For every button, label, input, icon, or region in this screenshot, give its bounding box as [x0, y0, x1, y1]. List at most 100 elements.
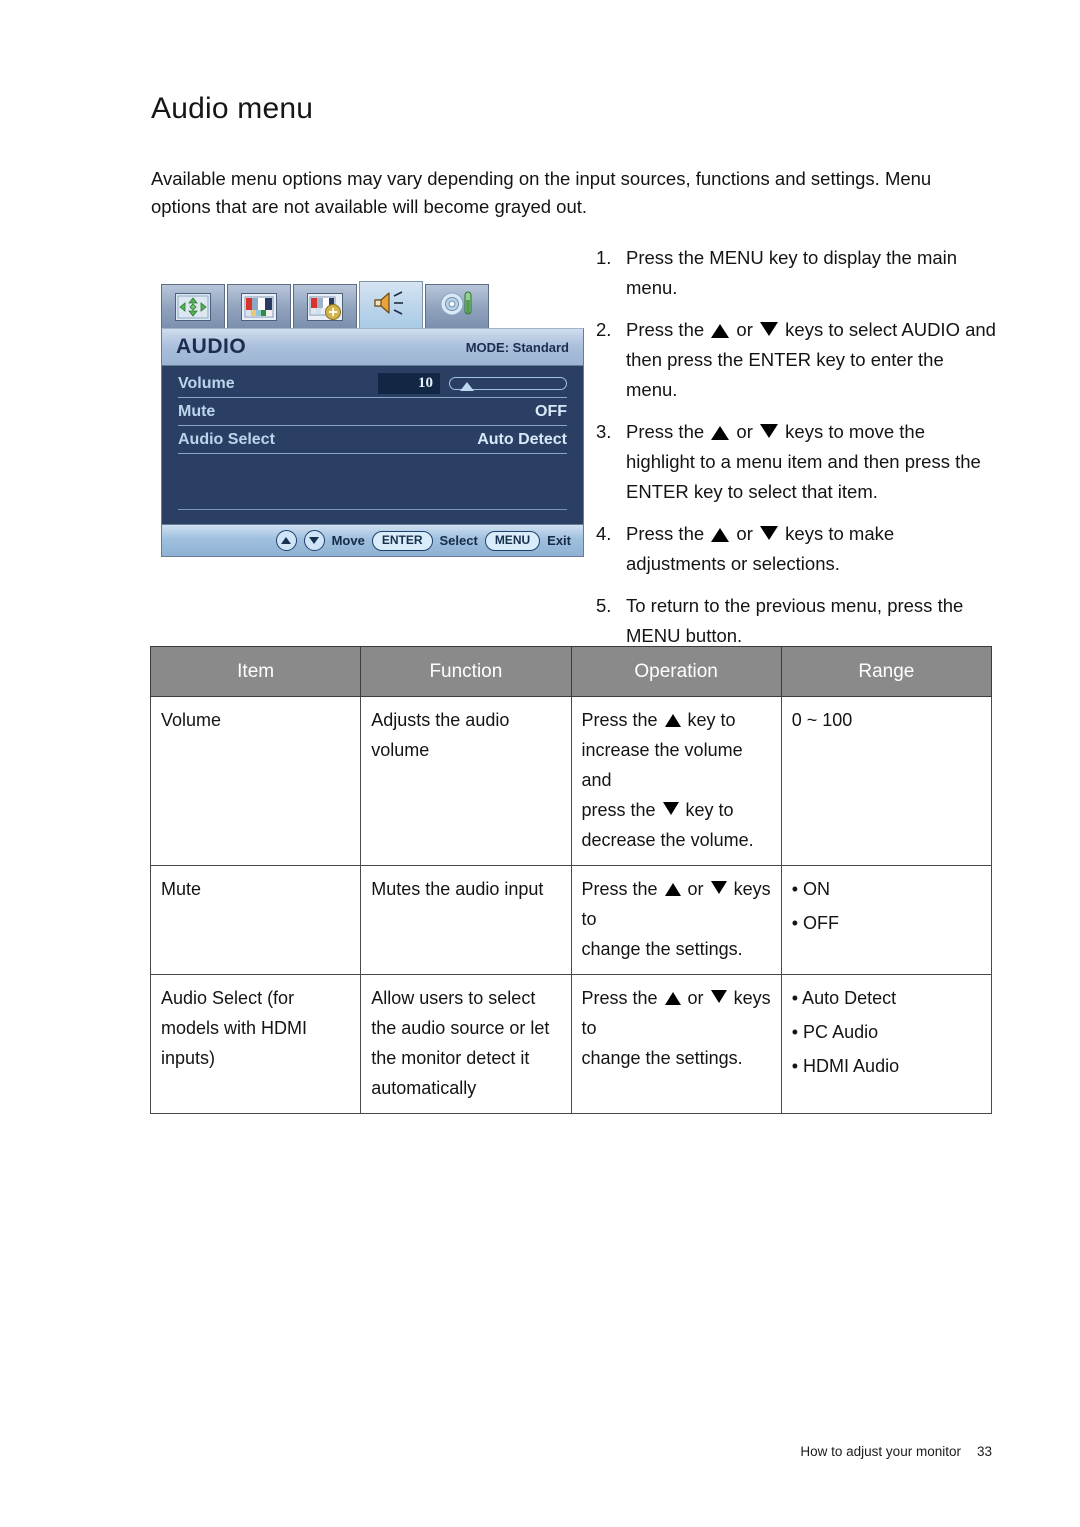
osd-volume-value: 10	[378, 373, 440, 394]
cell-item: Audio Select (for models with HDMI input…	[149, 974, 362, 1114]
page-title: Audio menu	[151, 92, 314, 125]
step-text: Press the or keys to move the highlight …	[626, 421, 981, 502]
osd-mode-label: MODE: Standard	[465, 339, 569, 355]
osd-row-value: Auto Detect	[477, 430, 567, 448]
table-row: Mute Mutes the audio input Press the or …	[149, 865, 993, 975]
footer-chapter-label: How to adjust your monitor	[800, 1444, 961, 1459]
osd-row-empty	[178, 454, 567, 482]
osd-tab-strip	[161, 281, 584, 328]
range-value: • PC Audio	[791, 1022, 879, 1042]
triangle-up-icon	[281, 537, 292, 544]
operation-line: decrease the volume.	[581, 830, 754, 850]
osd-tab-system[interactable]	[425, 284, 489, 328]
table-header-function: Function	[360, 646, 572, 697]
step-number: 1.	[596, 247, 612, 268]
table-header-operation: Operation	[570, 646, 782, 697]
osd-row-mute[interactable]: Mute OFF	[178, 398, 567, 426]
step-text: Press the or keys to make adjustments or…	[626, 523, 895, 574]
color-bars-plus-icon	[307, 292, 343, 321]
operation-line: press the key to	[581, 800, 734, 820]
osd-row-label: Volume	[178, 374, 235, 392]
cell-item: Volume	[149, 696, 362, 866]
triangle-down-icon	[710, 990, 727, 1003]
step-text: To return to the previous menu, press th…	[626, 595, 964, 646]
operation-line: increase the volume and	[581, 740, 743, 790]
osd-row-label: Mute	[178, 402, 216, 420]
osd-row-value: OFF	[535, 402, 567, 420]
cell-range: • Auto Detect • PC Audio • HDMI Audio	[780, 974, 993, 1114]
step-item: 5. To return to the previous menu, press…	[596, 591, 996, 651]
triangle-up-icon	[664, 883, 681, 896]
intro-paragraph: Available menu options may vary dependin…	[151, 168, 932, 217]
triangle-down-icon	[760, 322, 779, 336]
step-number: 4.	[596, 523, 612, 544]
step-number: 3.	[596, 421, 612, 442]
instruction-steps: 1. Press the MENU key to display the mai…	[596, 243, 996, 663]
triangle-up-icon	[711, 426, 730, 440]
operation-line: Press the key to	[581, 710, 736, 730]
table-row: Audio Select (for models with HDMI input…	[149, 974, 993, 1114]
page-footer: How to adjust your monitor 33	[0, 1444, 992, 1459]
cell-operation: Press the or keys to change the settings…	[570, 974, 782, 1114]
step-item: 2. Press the or keys to select AUDIO and…	[596, 315, 996, 405]
cell-range: 0 ~ 100	[780, 696, 993, 866]
operation-line: change the settings.	[581, 939, 743, 959]
range-value: • HDMI Audio	[791, 1056, 900, 1076]
color-bars-icon	[241, 292, 277, 321]
triangle-down-icon	[760, 526, 779, 540]
cell-range: • ON • OFF	[780, 865, 993, 975]
osd-tab-display[interactable]	[161, 284, 225, 328]
cell-function: Mutes the audio input	[360, 865, 572, 975]
gear-thermometer-icon	[437, 290, 477, 323]
operation-line: Press the or keys to	[581, 988, 771, 1038]
step-text: Press the MENU key to display the main m…	[626, 247, 958, 298]
table-header-row: Item Function Operation Range	[149, 646, 993, 697]
audio-options-table: Item Function Operation Range Volume Adj…	[149, 646, 993, 1114]
cell-function: Allow users to select the audio source o…	[360, 974, 572, 1114]
range-value: • OFF	[791, 913, 840, 933]
cell-function: Adjusts the audio volume	[360, 696, 572, 866]
triangle-up-icon	[711, 324, 730, 338]
operation-line: change the settings.	[581, 1048, 743, 1068]
osd-row-audio-select[interactable]: Audio Select Auto Detect	[178, 426, 567, 454]
osd-tab-picture-advanced[interactable]	[293, 284, 357, 328]
cell-item: Mute	[149, 865, 362, 975]
range-value: • Auto Detect	[791, 988, 897, 1008]
range-value: • ON	[791, 879, 831, 899]
osd-title-bar: AUDIO MODE: Standard	[161, 328, 584, 366]
osd-row-empty	[178, 510, 567, 538]
triangle-up-icon	[711, 528, 730, 542]
osd-screenshot: AUDIO MODE: Standard Volume 10 Mute OFF …	[161, 281, 584, 561]
table-row: Volume Adjusts the audio volume Press th…	[149, 696, 993, 866]
osd-row-label: Audio Select	[178, 430, 275, 448]
table-header-item: Item	[149, 646, 362, 697]
osd-row-volume[interactable]: Volume 10	[178, 370, 567, 398]
table-header-range: Range	[780, 646, 993, 697]
step-number: 5.	[596, 595, 612, 616]
triangle-down-icon	[309, 537, 320, 544]
range-value: 0 ~ 100	[791, 710, 853, 730]
osd-volume-slider[interactable]	[449, 377, 567, 391]
triangle-down-icon	[710, 881, 727, 894]
osd-tab-picture[interactable]	[227, 284, 291, 328]
step-number: 2.	[596, 319, 612, 340]
osd-row-empty	[178, 482, 567, 510]
osd-menu-body: Volume 10 Mute OFF Audio Select Auto Det…	[161, 366, 584, 524]
triangle-up-icon	[664, 714, 681, 727]
step-text: Press the or keys to select AUDIO and th…	[626, 319, 996, 400]
cell-operation: Press the or keys to change the settings…	[570, 865, 782, 975]
triangle-up-icon	[664, 992, 681, 1005]
arrows-move-icon	[175, 292, 211, 321]
step-item: 1. Press the MENU key to display the mai…	[596, 243, 996, 303]
footer-page-number: 33	[976, 1444, 992, 1459]
step-item: 4. Press the or keys to make adjustments…	[596, 519, 996, 579]
slider-knob-icon[interactable]	[460, 382, 474, 391]
triangle-down-icon	[662, 802, 679, 815]
osd-menu-title: AUDIO	[176, 335, 247, 358]
speaker-icon	[371, 289, 411, 322]
triangle-down-icon	[760, 424, 779, 438]
cell-operation: Press the key to increase the volume and…	[570, 696, 782, 866]
step-item: 3. Press the or keys to move the highlig…	[596, 417, 996, 507]
operation-line: Press the or keys to	[581, 879, 771, 929]
osd-tab-audio[interactable]	[359, 281, 423, 328]
